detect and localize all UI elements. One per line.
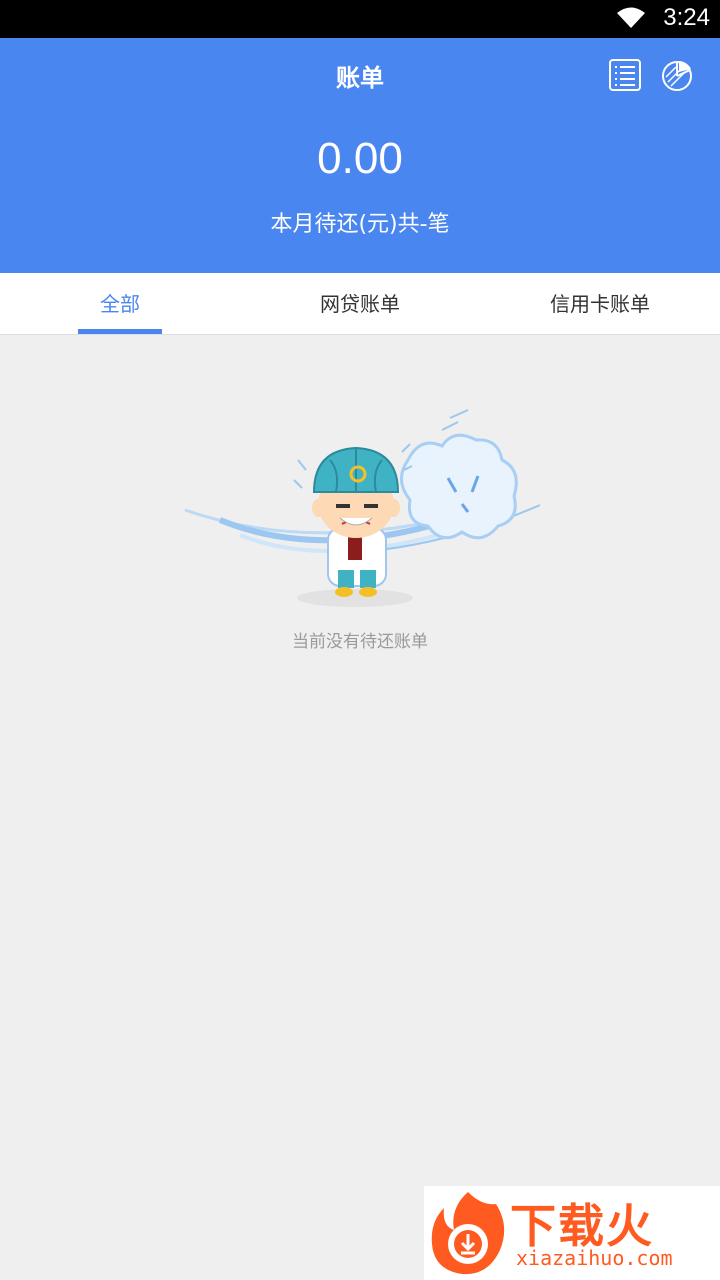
- pending-amount: 0.00: [317, 134, 403, 183]
- empty-state-message: 当前没有待还账单: [292, 632, 428, 652]
- status-bar: 3:24: [0, 0, 720, 38]
- watermark: 下载火 xiazaihuo.com: [424, 1186, 720, 1280]
- list-icon[interactable]: [608, 58, 642, 92]
- empty-state-illustration: [184, 409, 540, 607]
- watermark-domain: xiazaihuo.com: [516, 1246, 673, 1270]
- wifi-icon: [617, 7, 645, 28]
- pie-chart-icon[interactable]: [660, 58, 694, 92]
- flame-logo-icon: [431, 1192, 505, 1275]
- active-tab-indicator: [78, 329, 162, 334]
- tab-loan-bills[interactable]: 网贷账单: [240, 273, 480, 335]
- bill-header: 账单 0.00 本月待还(元)共-笔: [0, 38, 720, 273]
- tab-credit-card-bills[interactable]: 信用卡账单: [480, 273, 720, 335]
- bill-tabs: 全部 网贷账单 信用卡账单: [0, 273, 720, 335]
- pending-summary: 本月待还(元)共-笔: [270, 212, 450, 237]
- status-time: 3:24: [663, 4, 710, 31]
- tab-all[interactable]: 全部: [0, 273, 240, 335]
